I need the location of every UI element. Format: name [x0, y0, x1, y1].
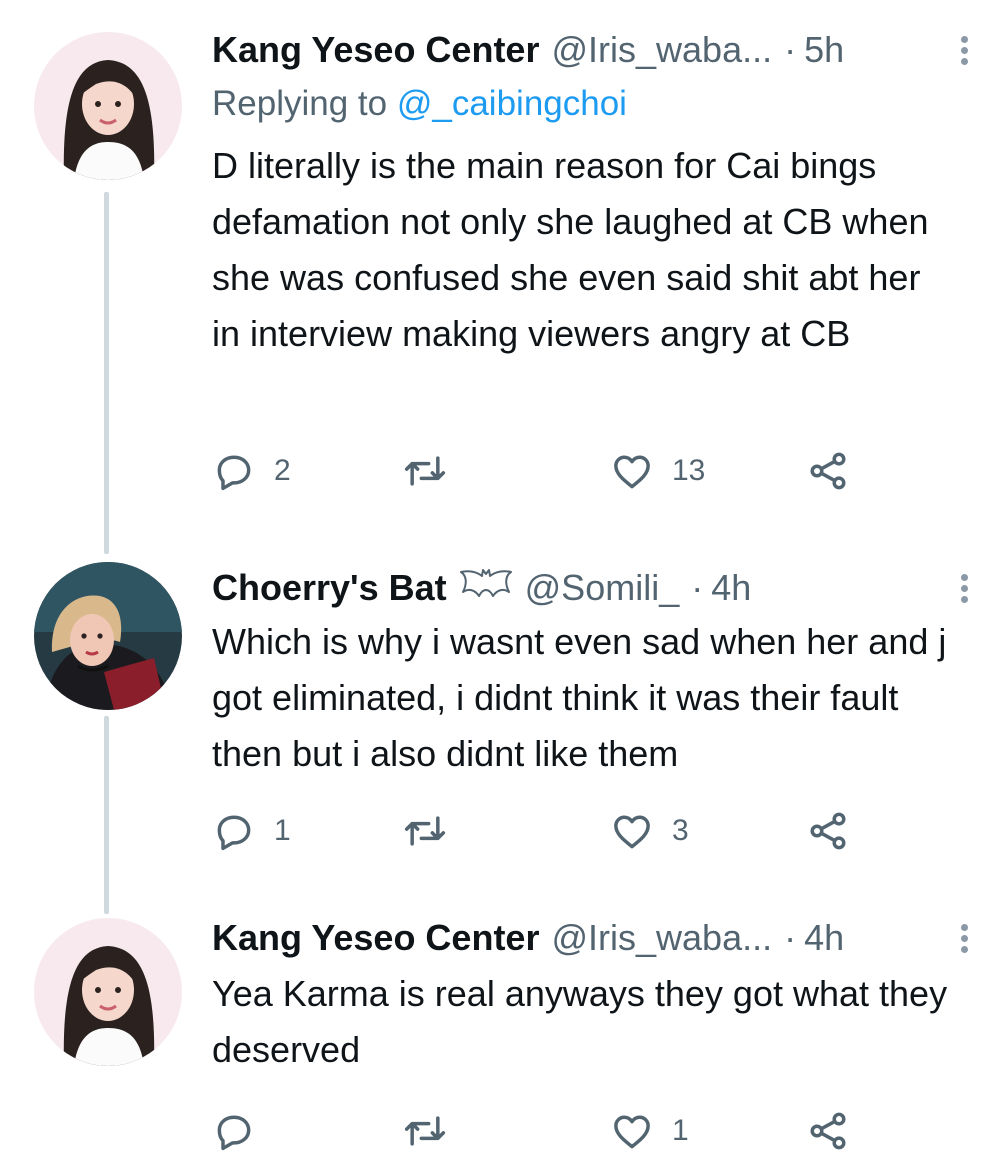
avatar-image [34, 918, 182, 1066]
timestamp[interactable]: 5h [804, 28, 844, 72]
more-options-icon[interactable] [949, 920, 980, 957]
display-name[interactable]: Kang Yeseo Center [212, 916, 539, 960]
more-options-icon[interactable] [949, 32, 980, 69]
reply-thread: Kang Yeseo Center @Iris_waba... · 5h Rep… [0, 0, 1000, 1168]
tweet-header: Kang Yeseo Center @Iris_waba... · 4h [212, 916, 980, 960]
avatar[interactable] [34, 918, 182, 1066]
share-button[interactable] [806, 806, 850, 856]
share-button[interactable] [806, 446, 850, 496]
tweet-text: D literally is the main reason for Cai b… [212, 145, 929, 354]
retweet-icon [404, 456, 446, 486]
display-name[interactable]: Choerry's Bat [212, 566, 447, 610]
reply-icon [217, 815, 251, 851]
reply-icon [217, 455, 251, 491]
tweet-text: Which is why i wasnt even sad when her a… [212, 621, 947, 774]
replying-to-label: Replying to [212, 84, 388, 123]
tweet-actions: 1 3 [212, 806, 1000, 856]
avatar[interactable] [34, 562, 182, 710]
like-count: 13 [672, 454, 706, 487]
user-handle[interactable]: @Iris_waba... [551, 916, 772, 960]
reply-count: 1 [274, 814, 291, 847]
bat-icon [459, 566, 513, 610]
reply-mention-link[interactable]: @_caibingchoi [397, 84, 627, 123]
separator-dot: · [784, 29, 797, 70]
like-button[interactable]: 3 [610, 806, 689, 856]
tweet-actions: 1 [212, 1106, 1000, 1156]
user-handle[interactable]: @Iris_waba... [551, 28, 772, 72]
separator-dot: · [691, 567, 704, 608]
like-button[interactable]: 1 [610, 1106, 689, 1156]
replying-to: Replying to @_caibingchoi [212, 78, 980, 130]
heart-icon [614, 455, 650, 489]
reply-count: 2 [274, 454, 291, 487]
tweet-text: Yea Karma is real anyways they got what … [212, 973, 948, 1070]
share-button[interactable] [806, 1106, 850, 1156]
more-options-icon[interactable] [949, 570, 980, 607]
avatar[interactable] [34, 32, 182, 180]
avatar-image [34, 32, 182, 180]
reply-icon [217, 1115, 251, 1151]
share-icon [810, 812, 846, 850]
like-button[interactable]: 13 [610, 446, 705, 496]
timestamp[interactable]: 4h [711, 566, 751, 610]
like-count: 3 [672, 814, 689, 847]
share-icon [810, 452, 846, 490]
retweet-icon [404, 1116, 446, 1146]
share-icon [810, 1112, 846, 1150]
tweet-header: Choerry's Bat @Somili_ · 4h [212, 566, 980, 610]
reply-button[interactable]: 1 [212, 806, 291, 856]
tweet[interactable]: Kang Yeseo Center @Iris_waba... · 5h Rep… [0, 0, 1000, 540]
separator-dot: · [784, 917, 797, 958]
retweet-button[interactable] [400, 806, 450, 856]
tweet[interactable]: Choerry's Bat @Somili_ · 4h Which is why… [0, 548, 1000, 888]
retweet-button[interactable] [400, 446, 450, 496]
heart-icon [614, 1115, 650, 1149]
timestamp[interactable]: 4h [804, 916, 844, 960]
like-count: 1 [672, 1114, 689, 1147]
retweet-icon [404, 816, 446, 846]
reply-button[interactable] [212, 1106, 274, 1156]
reply-button[interactable]: 2 [212, 446, 291, 496]
display-name[interactable]: Kang Yeseo Center [212, 28, 539, 72]
retweet-button[interactable] [400, 1106, 450, 1156]
avatar-image [34, 562, 182, 710]
tweet-header: Kang Yeseo Center @Iris_waba... · 5h [212, 28, 980, 72]
heart-icon [614, 815, 650, 849]
user-handle[interactable]: @Somili_ [525, 566, 680, 610]
tweet[interactable]: Kang Yeseo Center @Iris_waba... · 4h Yea… [0, 900, 1000, 1168]
tweet-actions: 2 13 [212, 446, 1000, 496]
